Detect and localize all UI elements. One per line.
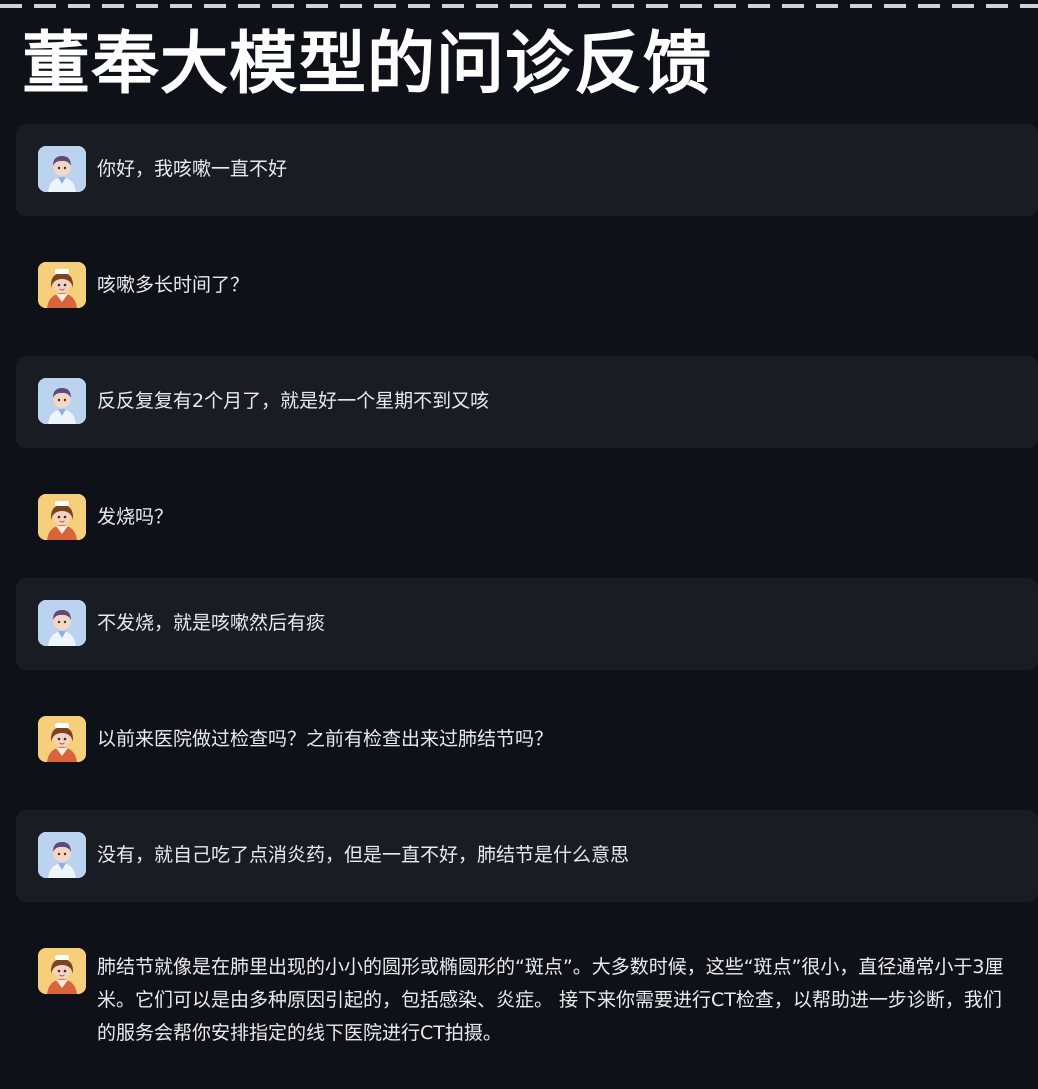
message-text: 你好，我咳嗽一直不好 xyxy=(97,158,288,180)
message-text: 以前来医院做过检查吗？之前有检查出来过肺结节吗？ xyxy=(97,728,554,750)
chat-message-user: 没有，就自己吃了点消炎药，但是一直不好，肺结节是什么意思 xyxy=(16,810,1038,902)
message-text: 肺结节就像是在肺里出现的小小的圆形或椭圆形的“斑点”。大多数时候，这些“斑点”很… xyxy=(97,956,1004,1044)
top-dashed-border xyxy=(0,4,1038,8)
patient-avatar-icon xyxy=(38,378,86,424)
patient-avatar-icon xyxy=(38,146,86,192)
chat-message-user: 你好，我咳嗽一直不好 xyxy=(16,124,1038,216)
message-text: 咳嗽多长时间了？ xyxy=(97,274,250,296)
chat-message-doctor: 肺结节就像是在肺里出现的小小的圆形或椭圆形的“斑点”。大多数时候，这些“斑点”很… xyxy=(16,926,1038,1076)
doctor-avatar-icon xyxy=(38,494,86,540)
message-text: 发烧吗？ xyxy=(97,506,174,528)
patient-avatar-icon xyxy=(38,600,86,646)
chat-message-doctor: 咳嗽多长时间了？ xyxy=(16,240,1038,332)
page-title: 董奉大模型的问诊反馈 xyxy=(22,25,713,104)
patient-avatar-icon xyxy=(38,832,86,878)
doctor-avatar-icon xyxy=(38,948,86,994)
chat-message-doctor: 发烧吗？ xyxy=(16,472,1038,564)
chat-message-user: 反反复复有2个月了，就是好一个星期不到又咳 xyxy=(16,356,1038,448)
chat-message-user: 不发烧，就是咳嗽然后有痰 xyxy=(16,578,1038,670)
message-text: 没有，就自己吃了点消炎药，但是一直不好，肺结节是什么意思 xyxy=(97,844,630,866)
doctor-avatar-icon xyxy=(38,716,86,762)
doctor-avatar-icon xyxy=(38,262,86,308)
message-text: 不发烧，就是咳嗽然后有痰 xyxy=(97,612,326,634)
chat-message-doctor: 以前来医院做过检查吗？之前有检查出来过肺结节吗？ xyxy=(16,694,1038,786)
message-text: 反反复复有2个月了，就是好一个星期不到又咳 xyxy=(97,390,490,412)
chat-page: 董奉大模型的问诊反馈 你好，我咳嗽一直不好 咳嗽多长时间了？ 反反复复有2个月了… xyxy=(0,0,1038,1089)
